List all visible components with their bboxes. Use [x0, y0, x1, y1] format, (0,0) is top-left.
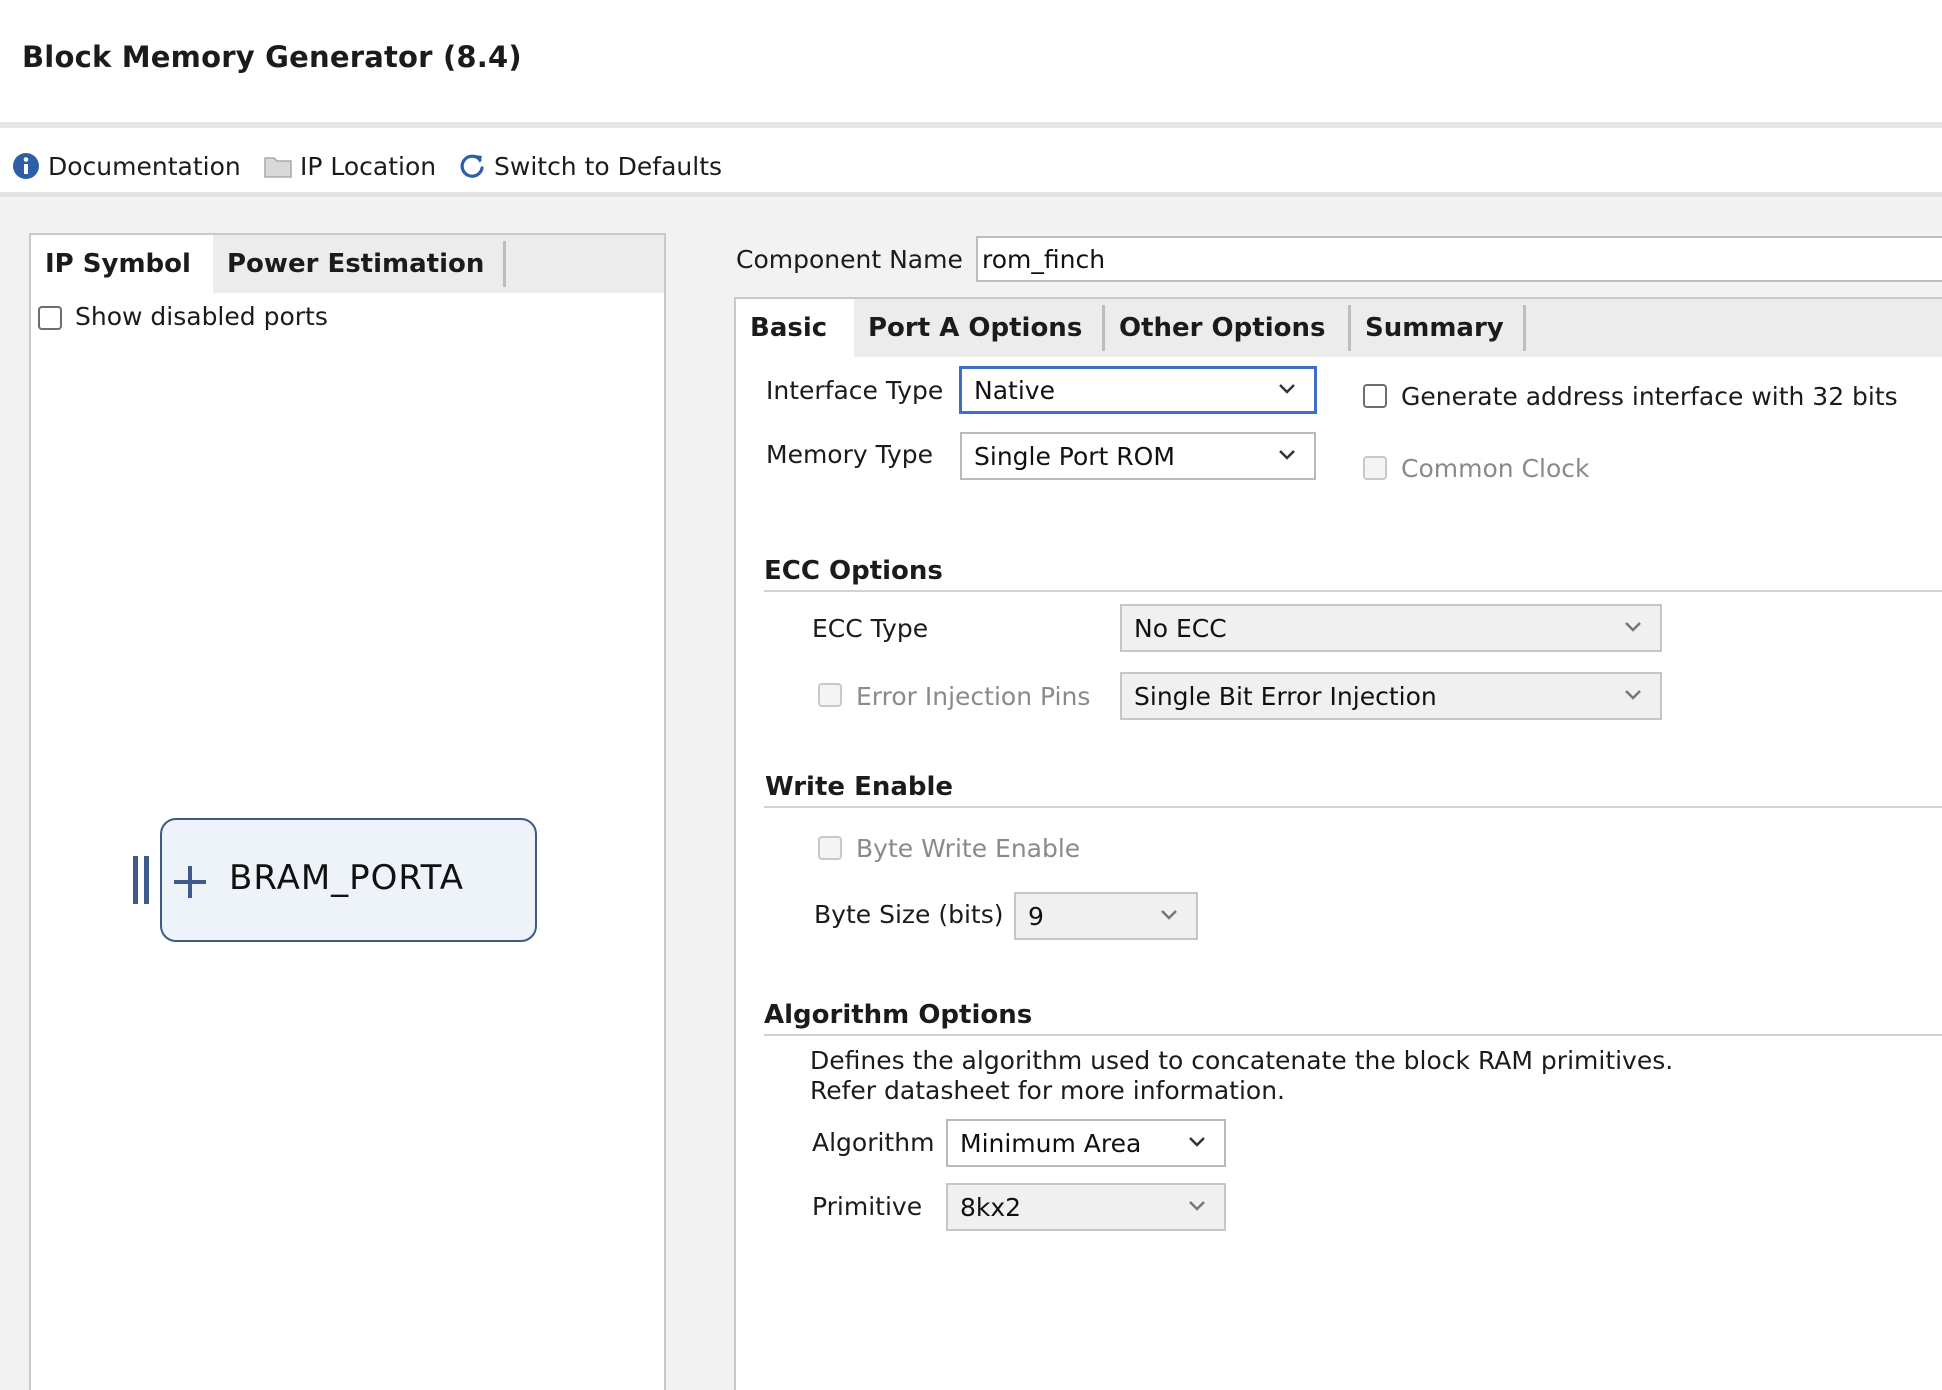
tab-port-a-options[interactable]: Port A Options — [854, 299, 1104, 357]
byte-write-enable-checkbox[interactable] — [818, 836, 842, 860]
byte-size-select[interactable]: 9 — [1014, 892, 1198, 940]
interface-type-select[interactable]: Native — [959, 366, 1317, 414]
ip-symbol-panel — [29, 233, 666, 1390]
memory-type-label: Memory Type — [766, 440, 934, 469]
section-divider — [764, 1034, 1942, 1036]
component-name-label: Component Name — [736, 245, 963, 274]
primitive-select[interactable]: 8kx2 — [946, 1183, 1226, 1231]
expand-plus-icon[interactable] — [172, 864, 208, 900]
folder-icon — [264, 157, 292, 178]
chevron-down-icon — [1279, 450, 1295, 460]
ecc-type-select[interactable]: No ECC — [1120, 604, 1662, 652]
interface-type-value: Native — [974, 375, 1055, 405]
documentation-button[interactable]: Documentation — [12, 150, 241, 182]
common-clock-checkbox[interactable] — [1363, 456, 1387, 480]
port-bus-bar — [144, 856, 149, 904]
gen-addr-32-label: Generate address interface with 32 bits — [1401, 382, 1898, 411]
error-injection-pins-label: Error Injection Pins — [856, 682, 1091, 711]
primitive-label: Primitive — [812, 1192, 923, 1221]
component-name-input[interactable]: rom_finch — [976, 236, 1942, 282]
algorithm-label: Algorithm — [812, 1128, 935, 1157]
byte-size-label: Byte Size (bits) — [814, 900, 1004, 929]
ecc-type-label: ECC Type — [812, 614, 929, 643]
algorithm-description-line1: Defines the algorithm used to concatenat… — [810, 1046, 1674, 1075]
show-disabled-ports-checkbox[interactable] — [38, 306, 62, 330]
algorithm-description-line2: Refer datasheet for more information. — [810, 1076, 1285, 1105]
algorithm-options-heading: Algorithm Options — [764, 1000, 1033, 1030]
ip-location-button[interactable]: IP Location — [264, 150, 436, 182]
chevron-down-icon — [1625, 690, 1641, 700]
tab-divider — [1523, 305, 1526, 351]
memory-type-select[interactable]: Single Port ROM — [960, 432, 1316, 480]
byte-write-enable-label: Byte Write Enable — [856, 834, 1081, 863]
tab-basic[interactable]: Basic — [736, 299, 854, 357]
error-injection-value: Single Bit Error Injection — [1134, 681, 1437, 711]
tab-other-options[interactable]: Other Options — [1105, 299, 1351, 357]
primitive-value: 8kx2 — [960, 1192, 1022, 1222]
chevron-down-icon — [1189, 1137, 1205, 1147]
write-enable-heading: Write Enable — [765, 772, 954, 802]
dialog-title: Block Memory Generator (8.4) — [22, 40, 522, 74]
error-injection-select[interactable]: Single Bit Error Injection — [1120, 672, 1662, 720]
algorithm-select[interactable]: Minimum Area — [946, 1119, 1226, 1167]
chevron-down-icon — [1279, 384, 1295, 394]
error-injection-pins-checkbox[interactable] — [818, 683, 842, 707]
tab-ip-symbol[interactable]: IP Symbol — [31, 235, 213, 293]
interface-type-label: Interface Type — [766, 376, 944, 405]
documentation-label: Documentation — [48, 151, 241, 181]
bram-porta-label: BRAM_PORTA — [229, 858, 464, 898]
tab-divider — [503, 241, 506, 287]
switch-to-defaults-button[interactable]: Switch to Defaults — [458, 150, 722, 182]
ecc-type-value: No ECC — [1134, 613, 1227, 643]
tab-power-estimation[interactable]: Power Estimation — [213, 235, 533, 293]
byte-size-value: 9 — [1028, 901, 1044, 931]
port-bus-bar — [133, 856, 138, 904]
algorithm-value: Minimum Area — [960, 1128, 1142, 1158]
refresh-icon — [460, 154, 484, 178]
section-divider — [764, 590, 1942, 592]
switch-to-defaults-label: Switch to Defaults — [494, 151, 723, 181]
left-tabbar: IP Symbol Power Estimation — [31, 235, 664, 293]
ecc-options-heading: ECC Options — [764, 556, 943, 586]
options-tabbar: Basic Port A Options Other Options Summa… — [736, 299, 1942, 357]
chevron-down-icon — [1161, 910, 1177, 920]
chevron-down-icon — [1189, 1201, 1205, 1211]
section-divider — [764, 806, 1942, 808]
show-disabled-ports-label: Show disabled ports — [75, 302, 328, 331]
info-icon — [13, 153, 39, 179]
chevron-down-icon — [1625, 622, 1641, 632]
common-clock-label: Common Clock — [1401, 454, 1590, 483]
memory-type-value: Single Port ROM — [974, 441, 1175, 471]
ip-location-label: IP Location — [300, 151, 437, 181]
tab-summary[interactable]: Summary — [1351, 299, 1531, 357]
gen-addr-32-checkbox[interactable] — [1363, 384, 1387, 408]
